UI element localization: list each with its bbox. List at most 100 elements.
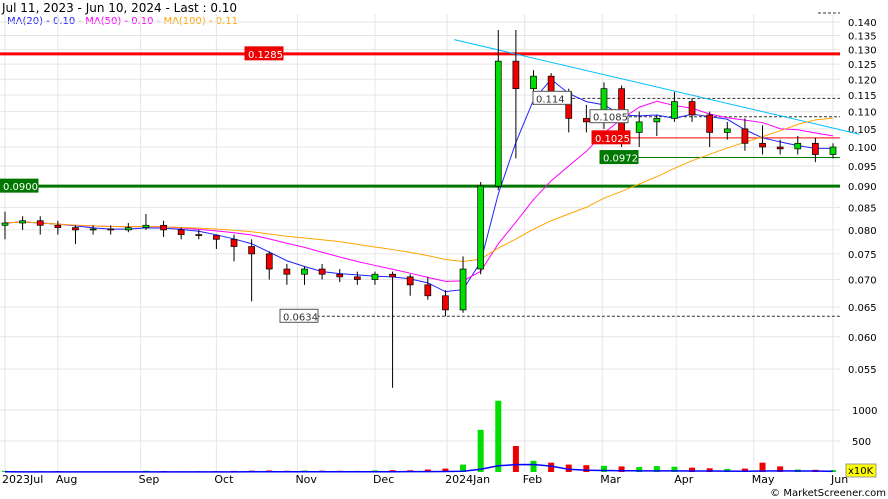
candle-body [160, 224, 167, 231]
candle-body [19, 220, 26, 224]
y-tick-label: 0.115 [848, 91, 877, 102]
y-tick-label: 0.085 [848, 203, 877, 214]
candle-body [723, 128, 731, 133]
candle-body [301, 268, 308, 275]
level-label-0.1285: 0.1285 [244, 46, 284, 61]
candle-body [759, 142, 766, 148]
x-month-label: Jun [830, 473, 848, 486]
candle-body [54, 224, 62, 228]
y-tick-label: 0.055 [848, 365, 877, 376]
candle-body [389, 273, 396, 278]
candle-body [72, 227, 79, 231]
x-month-label: Feb [523, 473, 542, 486]
y-tick-label: 0.075 [848, 250, 877, 261]
chart-canvas: 0.140 0.135 0.130 0.125 0.120 0.115 0.110 0.105… [0, 12, 886, 499]
candle-body [142, 224, 150, 228]
y-tick-label: 0.125 [848, 60, 877, 71]
candle-body [353, 276, 361, 280]
y-tick-label: 0.080 [848, 226, 877, 237]
candle-body [776, 146, 784, 150]
candle-body [371, 273, 379, 280]
level-label-text: 0.0634 [283, 312, 318, 323]
volume-unit-label: x10K [848, 466, 874, 477]
candle-body [177, 229, 185, 235]
candle-body [494, 60, 502, 187]
candle-body [195, 234, 203, 236]
copyright: © MarketScreener.com [770, 488, 886, 499]
candle-body [741, 128, 749, 144]
candle-body [283, 268, 291, 275]
y-tick-label: 0.070 [848, 276, 877, 287]
level-label-text: 0.1285 [248, 50, 283, 61]
y-tick-label: 0.105 [848, 125, 877, 136]
y-tick-label: 0.095 [848, 162, 877, 173]
y-tick-label: 0.060 [848, 333, 877, 344]
candle-body [459, 268, 467, 311]
candle-body [688, 101, 696, 116]
y-tick-label: 0.140 [848, 18, 877, 29]
x-month-label: 2023Jul [2, 473, 43, 486]
x-month-label: Apr [674, 473, 694, 486]
volume-tick-label: 1000 [852, 406, 877, 417]
y-tick-label: 0.120 [848, 75, 877, 86]
x-month-label: Dec [373, 473, 394, 486]
x-month-label: Oct [214, 473, 234, 486]
x-month-label: Aug [56, 473, 77, 486]
level-label-text: 0.1025 [595, 134, 630, 145]
level-label-0.0972: 0.0972 [599, 150, 639, 165]
x-month-label: Nov [295, 473, 317, 486]
candle-body [1, 222, 9, 226]
candle-body [812, 142, 819, 155]
candle-body [442, 295, 449, 311]
candle-body [635, 121, 643, 133]
candle-body [213, 235, 220, 240]
candle-body [89, 228, 97, 231]
level-label-text: 0.114 [536, 94, 565, 105]
level-label-0.0900: 0.0900 [0, 178, 39, 193]
candle-body [583, 118, 590, 123]
y-tick-label: 0.110 [848, 108, 877, 119]
candle-body [706, 114, 714, 133]
level-label-text: 0.1085 [593, 113, 628, 124]
candle-body [36, 220, 44, 226]
level-label-0.114: 0.114 [532, 90, 572, 105]
candle-body [230, 238, 238, 247]
x-month-label: May [752, 473, 775, 486]
candle-body [424, 284, 432, 297]
candle-body [512, 60, 520, 90]
y-tick-label: 0.065 [848, 303, 877, 314]
y-tick-label: 0.100 [848, 143, 877, 154]
x-month-label: 2024Jan [445, 473, 490, 486]
y-tick-label: 0.090 [848, 182, 877, 193]
volume-ma-line [4, 463, 834, 473]
candle-body [671, 101, 678, 119]
x-month-label: Sep [139, 473, 160, 486]
candle-body [124, 227, 132, 231]
candle-body [107, 228, 115, 231]
candle-body [265, 253, 273, 270]
volume-bar [530, 460, 537, 472]
volume-tick-label: 500 [852, 437, 871, 448]
volume-bar [495, 400, 502, 472]
candle-body [794, 142, 802, 150]
volume-bar [477, 429, 484, 472]
candle-body [829, 146, 837, 155]
candle-body [406, 276, 414, 286]
candle-body [318, 268, 326, 275]
x-month-label: Mar [600, 473, 621, 486]
level-label-0.1025: 0.1025 [591, 130, 631, 145]
volume-bar [512, 445, 519, 472]
level-label-0.1085: 0.1085 [589, 109, 629, 124]
candle-body [248, 246, 255, 255]
y-tick-label: 0.130 [848, 46, 877, 57]
candle-body [530, 75, 537, 90]
candle-body [547, 75, 555, 93]
level-label-text: 0.0972 [603, 154, 638, 165]
candle-body [653, 118, 661, 123]
y-tick-label: 0.135 [848, 32, 877, 43]
candle-body [477, 185, 485, 270]
volume-bar [548, 462, 555, 472]
level-label-0.0634: 0.0634 [279, 308, 319, 323]
level-label-text: 0.0900 [3, 182, 38, 193]
moving-average-line [4, 117, 834, 263]
